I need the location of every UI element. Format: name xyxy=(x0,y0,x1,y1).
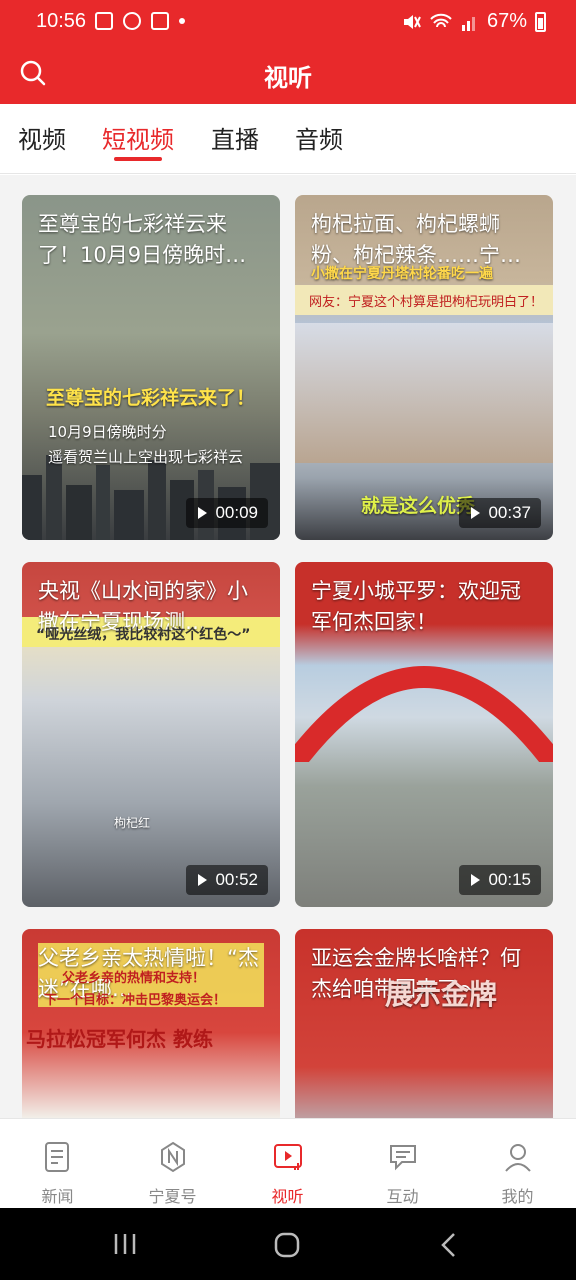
status-right: 67% xyxy=(401,10,546,33)
battery-percent: 67% xyxy=(486,10,527,32)
video-title: 宁夏小城平罗：欢迎冠军何杰回家！ xyxy=(311,579,521,634)
status-time: 10:56 xyxy=(36,10,87,32)
video-caption-sub: 下一个目标：冲击巴黎奥运会！ xyxy=(44,993,227,1008)
signal-icon xyxy=(461,16,475,31)
nav-item-news[interactable]: 新闻 xyxy=(0,1119,115,1209)
notification-icons xyxy=(95,12,185,30)
recent-apps-icon[interactable] xyxy=(113,1232,137,1256)
video-card[interactable]: 父老乡亲太热情啦！“杰迷”在哪… 父老乡亲的热情和支持！ 下一个目标：冲击巴黎奥… xyxy=(22,929,280,1118)
profile-icon xyxy=(505,1144,531,1172)
video-duration: 00:09 xyxy=(186,498,268,528)
video-title: 至尊宝的七彩祥云来了！10月9日傍晚时… xyxy=(38,212,247,267)
video-caption-sub: 10月9日傍晚时分 xyxy=(48,423,167,441)
wifi-icon xyxy=(430,13,452,27)
video-caption-sub: 马拉松冠军何杰 教练 xyxy=(26,1027,213,1051)
nav-item-ningxia-hao[interactable]: 宁夏号 xyxy=(115,1119,230,1209)
tab-video[interactable]: 视频 xyxy=(18,120,66,155)
video-caption-sub: 网友：宁夏这个村算是把枸杞玩明白了！ xyxy=(309,295,544,310)
video-caption: 展示金牌 xyxy=(385,978,498,1011)
chat-icon xyxy=(390,1145,416,1171)
tab-short-video[interactable]: 短视频 xyxy=(102,120,174,155)
system-nav-bar xyxy=(0,1208,576,1280)
video-title: 枸杞拉面、枸杞螺蛳粉、枸杞辣条……宁… xyxy=(311,212,521,267)
app-header: 视听 xyxy=(0,46,576,104)
play-icon xyxy=(198,874,208,886)
active-tab-indicator xyxy=(114,157,162,161)
mute-icon xyxy=(403,14,421,29)
nav-label: 互动 xyxy=(386,1187,419,1206)
checkbox-icon xyxy=(151,12,169,30)
play-icon xyxy=(198,507,208,519)
video-grid: 至尊宝的七彩祥云来了！10月9日傍晚时… 至尊宝的七彩祥云来了！ 10月9日傍晚… xyxy=(0,175,576,1118)
video-duration: 00:37 xyxy=(459,498,541,528)
battery-icon xyxy=(535,11,546,32)
nav-label: 新闻 xyxy=(41,1187,74,1206)
video-caption-sub: 遥看贺兰山上空出现七彩祥云 xyxy=(48,448,244,466)
video-caption: 小撒在宁夏丹塔村轮番吃一遍 xyxy=(311,266,493,282)
video-card[interactable]: 亚运会金牌长啥样？何杰给咱带回来了～ 展示金牌 xyxy=(295,929,553,1118)
page-title: 视听 xyxy=(264,64,312,92)
ningxia-hao-icon xyxy=(161,1141,185,1173)
nav-item-interact[interactable]: 互动 xyxy=(345,1119,460,1209)
video-card[interactable]: 央视《山水间的家》小撒在宁夏现场测… “哑光丝绒，我比较衬这个红色～” 枸杞红 … xyxy=(22,562,280,907)
video-play-icon xyxy=(274,1144,302,1170)
video-duration: 00:15 xyxy=(459,865,541,895)
nav-label: 我的 xyxy=(501,1187,534,1206)
play-icon xyxy=(471,507,481,519)
video-card[interactable]: 宁夏小城平罗：欢迎冠军何杰回家！ 00:15 xyxy=(295,562,553,907)
video-caption-sub: 就是这么优秀 xyxy=(361,495,476,517)
nav-label: 视听 xyxy=(271,1187,304,1206)
scene-thumbnail xyxy=(295,323,553,463)
welcome-arch-thumbnail xyxy=(295,666,553,762)
nav-label: 宁夏号 xyxy=(148,1187,197,1206)
video-caption: 至尊宝的七彩祥云来了！ xyxy=(46,387,256,409)
nav-item-mine[interactable]: 我的 xyxy=(460,1119,575,1209)
video-duration: 00:52 xyxy=(186,865,268,895)
video-caption-sub: 枸杞红 xyxy=(114,816,151,830)
nav-item-video[interactable]: 视听 xyxy=(230,1119,345,1209)
more-notifications-dot xyxy=(179,18,185,24)
status-bar: 10:56 67% xyxy=(0,0,576,46)
category-tabs: 视频 短视频 直播 音频 xyxy=(0,104,576,174)
app-notification-icon xyxy=(123,12,141,30)
home-icon[interactable] xyxy=(274,1232,300,1258)
play-icon xyxy=(471,874,481,886)
video-caption: 父老乡亲的热情和支持！ xyxy=(62,971,206,986)
video-card[interactable]: 至尊宝的七彩祥云来了！10月9日傍晚时… 至尊宝的七彩祥云来了！ 10月9日傍晚… xyxy=(22,195,280,540)
tab-audio[interactable]: 音频 xyxy=(295,120,343,155)
video-card[interactable]: 枸杞拉面、枸杞螺蛳粉、枸杞辣条……宁… 小撒在宁夏丹塔村轮番吃一遍 网友：宁夏这… xyxy=(295,195,553,540)
tab-live[interactable]: 直播 xyxy=(211,120,259,155)
video-caption: “哑光丝绒，我比较衬这个红色～” xyxy=(36,627,251,643)
news-icon xyxy=(45,1142,69,1172)
bottom-nav: 新闻 宁夏号 视听 互动 我的 xyxy=(0,1118,576,1208)
back-icon[interactable] xyxy=(438,1232,458,1258)
gallery-icon xyxy=(95,12,113,30)
